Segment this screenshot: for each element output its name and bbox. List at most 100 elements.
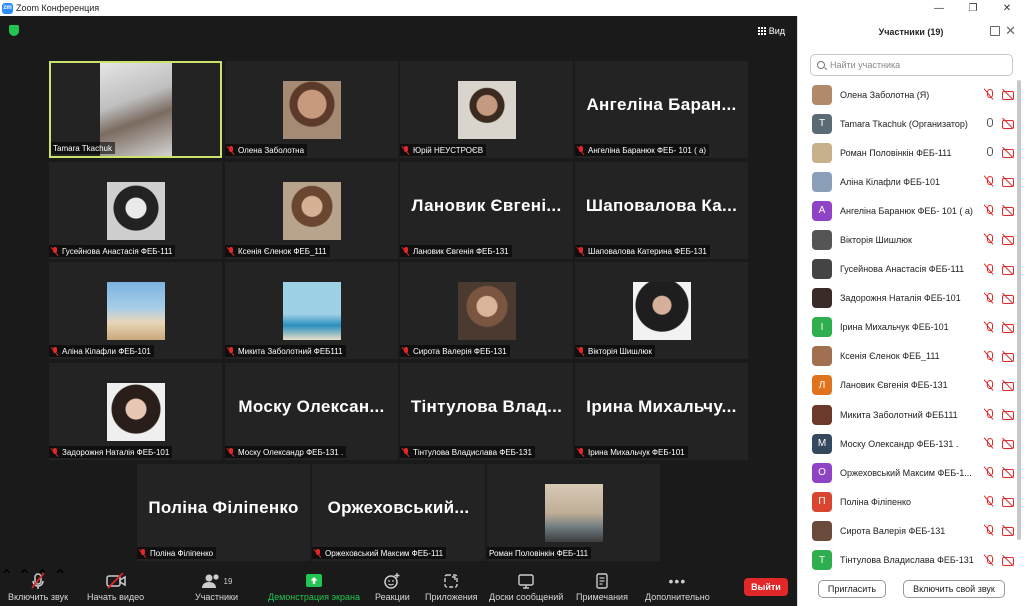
search-participant-input[interactable]: Найти участника [810,54,1013,76]
tile-name-bar: Задорожня Наталія ФЕБ-101 [49,446,173,458]
video-tile[interactable]: Роман Половінкін ФЕБ-111 [487,464,660,561]
apps-button[interactable]: Приложения [425,572,478,602]
video-tile[interactable]: Тінтулова Влад... Тінтулова Владислава ФЕ… [400,363,573,460]
video-off-icon [1002,263,1014,275]
tile-name-label: Ангеліна Баранюк ФЕБ- 101 ( а) [588,145,707,155]
video-tile[interactable]: Поліна Філіпенко Поліна Філіпенко [137,464,310,561]
video-tile[interactable]: Моску Олексан... Моску Олександр ФЕБ-131 … [225,363,398,460]
video-off-icon [1002,350,1014,362]
participant-row[interactable]: Микита Заболотний ФЕБ111 [798,400,1014,429]
participant-row[interactable]: Аліна Кілафли ФЕБ-101 [798,167,1014,196]
participant-name: Микита Заболотний ФЕБ111 [840,409,958,420]
participant-status-icons [983,495,1014,508]
participant-row[interactable]: Олена Заболотна (Я) [798,80,1014,109]
video-tile[interactable]: Оржеховський... Оржеховський Максим ФЕБ-1… [312,464,485,561]
participant-status-icons [983,88,1014,100]
participant-name: Ксенія Єленок ФЕБ_111 [840,351,940,362]
video-tile[interactable]: Олена Заболотна [225,61,398,158]
video-tile[interactable]: Вікторія Шишлюк [575,262,748,359]
popout-icon[interactable] [990,26,1000,36]
encryption-shield-icon[interactable] [9,25,19,36]
video-off-icon [1002,204,1014,217]
muted-mic-icon [402,346,410,356]
participant-row[interactable]: Т Тінтулова Владислава ФЕБ-131 [798,546,1014,575]
participants-button[interactable]: 19 Участники [195,572,238,602]
tile-display-name: Ангеліна Баран... [586,95,737,114]
video-tile[interactable]: Ангеліна Баран... Ангеліна Баранюк ФЕБ- 1… [575,61,748,158]
share-screen-button[interactable]: Демонстрация экрана [268,572,360,602]
mic-off-icon [29,572,47,590]
participant-list-scrollbar[interactable] [1017,80,1021,540]
participant-name: Tamara Tkachuk (Организатор) [840,118,968,129]
participant-row[interactable]: М Моску Олександр ФЕБ-131 . [798,429,1014,458]
unmute-me-button[interactable]: Включить свой звук [903,580,1005,598]
minimize-icon[interactable]: — [922,0,956,16]
muted-mic-icon [402,246,410,256]
tile-display-name: Ірина Михальчу... [586,397,737,416]
view-button[interactable]: Вид [757,26,785,36]
share-screen-label: Демонстрация экрана [268,592,360,602]
invite-button[interactable]: Пригласить [818,580,886,598]
close-panel-icon[interactable]: ✕ [1005,23,1016,39]
video-tile[interactable]: Шаповалова Ка... Шаповалова Катерина ФЕБ-… [575,162,748,259]
video-tile[interactable]: Лановик Євгені... Лановик Євгенія ФЕБ-131 [400,162,573,259]
video-tile[interactable]: Гусейнова Анастасія ФЕБ-111 [49,162,222,259]
participants-panel-title: Участники (19) [878,27,944,37]
participant-row[interactable]: А Ангеліна Баранюк ФЕБ- 101 ( а) [798,196,1014,225]
avatar: І [812,317,832,338]
tile-display-name: Оржеховський... [327,498,470,517]
participant-row[interactable]: Ксенія Єленок ФЕБ_111 [798,342,1014,371]
participant-row[interactable]: П Поліна Філіпенко [798,487,1014,516]
more-button[interactable]: ••• Дополнительно [645,572,710,602]
video-off-icon [1002,233,1014,246]
video-tile[interactable]: Сирота Валерія ФЕБ-131 [400,262,573,359]
participant-name: Аліна Кілафли ФЕБ-101 [840,176,940,187]
tile-display-name: Моску Олексан... [238,397,385,416]
apps-label: Приложения [425,592,478,602]
participant-row[interactable]: T Tamara Tkachuk (Организатор) [798,109,1014,138]
participant-row[interactable]: І Ірина Михальчук ФЕБ-101 [798,313,1014,342]
participant-row[interactable]: Вікторія Шишлюк [798,225,1014,254]
mic-on-icon [983,146,995,158]
muted-mic-icon [402,447,410,457]
participant-status-icons [983,321,1014,333]
muted-mic-icon [51,447,59,457]
video-tile[interactable]: Tamara Tkachuk [49,61,222,158]
leave-meeting-button[interactable]: Выйти [744,578,788,596]
participant-name: Ангеліна Баранюк ФЕБ- 101 ( а) [840,205,973,216]
participant-name: Лановик Євгенія ФЕБ-131 [840,380,948,391]
maximize-icon[interactable]: ❐ [956,0,990,16]
participant-row[interactable]: Л Лановик Євгенія ФЕБ-131 [798,371,1014,400]
muted-mic-icon [577,246,585,256]
video-tile[interactable]: Микита Заболотний ФЕБ111 [225,262,398,359]
participant-row[interactable]: О Оржеховський Максим ФЕБ-1... [798,458,1014,487]
mic-off-icon [983,350,995,362]
start-video-label: Начать видео [87,592,145,602]
mic-off-icon [983,88,995,100]
video-tile[interactable]: Аліна Кілафли ФЕБ-101 [49,262,222,359]
notes-button[interactable]: Примечания [576,572,628,602]
participant-row[interactable]: Роман Половінкін ФЕБ-111 [798,138,1014,167]
tile-display-name: Поліна Філіпенко [148,498,299,517]
tile-name-label: Лановик Євгенія ФЕБ-131 [413,246,509,256]
notes-icon [594,572,610,590]
close-window-icon[interactable]: ✕ [990,0,1024,16]
start-video-button[interactable]: Начать видео [87,572,144,602]
video-off-icon [1002,466,1014,479]
video-tile[interactable]: Задорожня Наталія ФЕБ-101 [49,363,222,460]
participant-row[interactable]: Задорожня Наталія ФЕБ-101 [798,284,1014,313]
video-tile[interactable]: Ксенія Єленок ФЕБ_111 [225,162,398,259]
participant-status-icons [983,146,1014,159]
tile-name-bar: Гусейнова Анастасія ФЕБ-111 [49,245,176,257]
grid-icon [757,27,766,35]
participant-row[interactable]: Гусейнова Анастасія ФЕБ-111 [798,255,1014,284]
reactions-button[interactable]: Реакции [375,572,410,602]
participant-row[interactable]: Сирота Валерія ФЕБ-131 [798,516,1014,545]
tile-name-label: Олена Заболотна [238,145,305,155]
unmute-button[interactable]: Включить звук [8,572,68,602]
participant-name: Вікторія Шишлюк [840,235,912,246]
video-tile[interactable]: Юрій НЕУСТРОЄВ [400,61,573,158]
video-tile[interactable]: Ірина Михальчу... Ірина Михальчук ФЕБ-101 [575,363,748,460]
whiteboards-button[interactable]: Доски сообщений [489,572,563,602]
apps-icon [443,572,459,590]
